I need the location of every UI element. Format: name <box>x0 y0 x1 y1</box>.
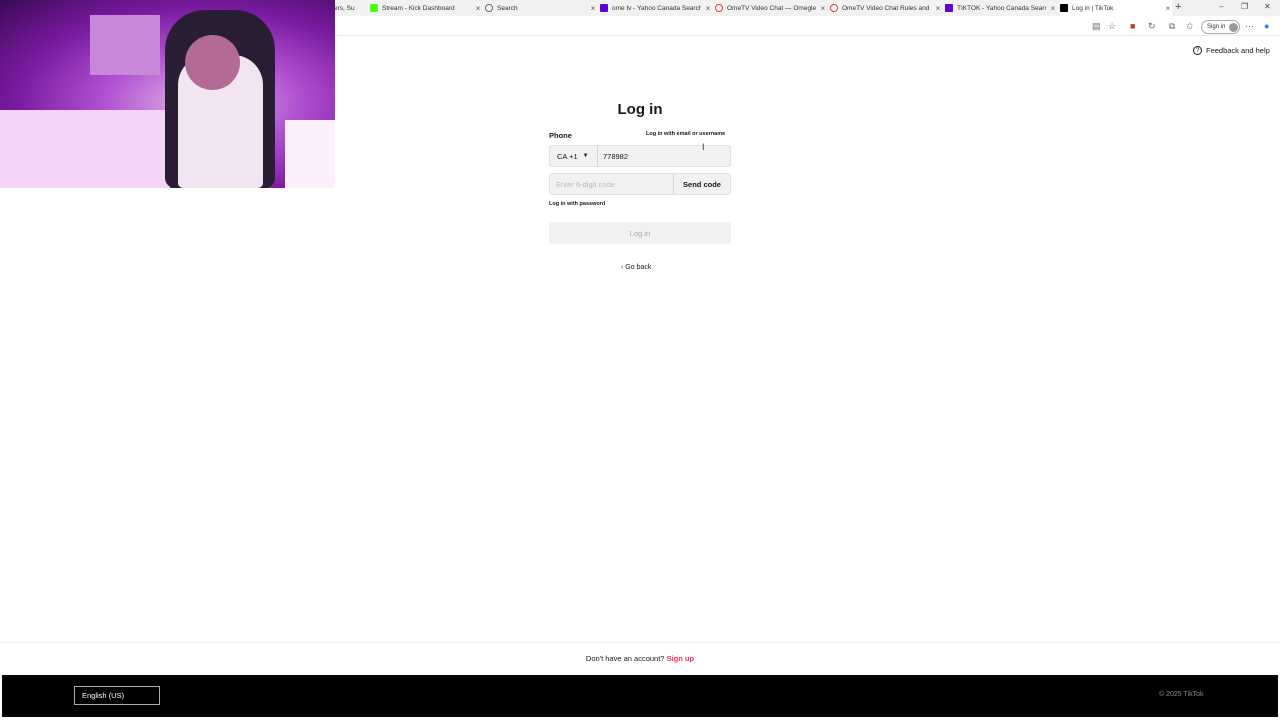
ometv-favicon-icon <box>830 4 838 12</box>
verification-code-input[interactable] <box>550 174 674 194</box>
phone-number-input[interactable] <box>598 146 730 166</box>
login-with-password-link[interactable]: Log in with password <box>549 201 605 207</box>
close-tab-icon[interactable]: × <box>1049 4 1057 13</box>
footer <box>2 675 1278 717</box>
send-code-button[interactable]: Send code <box>674 180 730 189</box>
text-cursor-icon: I <box>702 142 705 152</box>
screen: ers, Su Stream - Kick Dashboard × Search… <box>0 0 1280 720</box>
login-with-email-link[interactable]: Log in with email or username <box>646 131 725 137</box>
browser-tab[interactable]: Stream - Kick Dashboard × <box>370 0 482 16</box>
browser-tab[interactable]: ome tv - Yahoo Canada Search R × <box>600 0 712 16</box>
globe-icon <box>485 4 493 12</box>
language-select[interactable]: English (US) <box>74 686 160 705</box>
tab-title: OmeTV Video Chat — Omegle A <box>727 4 816 12</box>
browser-tab[interactable]: ers, Su <box>334 0 360 16</box>
restore-icon[interactable]: ❐ <box>1241 2 1248 11</box>
login-button[interactable]: Log in <box>549 222 731 244</box>
country-code-value: CA +1 <box>557 151 578 161</box>
tab-title: ome tv - Yahoo Canada Search R <box>612 4 701 12</box>
new-tab-button[interactable]: + <box>1175 1 1181 13</box>
close-window-icon[interactable]: ✕ <box>1264 2 1271 11</box>
tab-title: TIKTOK - Yahoo Canada Search <box>957 4 1046 12</box>
signup-prompt: Don't have an account? Sign up <box>0 654 1280 663</box>
divider <box>0 642 1280 643</box>
browser-tab[interactable]: Search × <box>485 0 597 16</box>
sign-up-link[interactable]: Sign up <box>667 654 695 663</box>
browser-tab[interactable]: TIKTOK - Yahoo Canada Search × <box>945 0 1057 16</box>
sign-in-label: Sign in <box>1207 24 1226 30</box>
webcam-background-shelf <box>90 15 160 75</box>
tab-title: Search <box>497 4 518 12</box>
tab-title: OmeTV Video Chat Rules and R <box>842 4 931 12</box>
country-code-select[interactable]: CA +1 ▼ <box>550 145 598 167</box>
verification-code-field: Send code <box>549 173 731 195</box>
close-tab-icon[interactable]: × <box>1164 4 1172 13</box>
favorites-icon[interactable]: ✩ <box>1186 21 1194 32</box>
more-menu-icon[interactable]: ⋯ <box>1245 21 1254 32</box>
page-title: Log in <box>617 101 663 118</box>
extension-icon[interactable]: ■ <box>1130 21 1135 31</box>
close-tab-icon[interactable]: × <box>934 4 942 13</box>
webcam-pillow <box>285 120 335 188</box>
close-tab-icon[interactable]: × <box>819 4 827 13</box>
kick-favicon-icon <box>370 4 378 12</box>
copilot-icon[interactable]: ● <box>1264 21 1269 31</box>
tiktok-favicon-icon <box>1060 4 1068 12</box>
copyright-text: © 2025 TikTok <box>1159 691 1204 698</box>
ometv-favicon-icon <box>715 4 723 12</box>
help-icon: ? <box>1193 46 1202 55</box>
webcam-person-head <box>185 35 240 90</box>
tab-title: Log in | TikTok <box>1072 4 1114 12</box>
yahoo-favicon-icon <box>945 4 953 12</box>
yahoo-favicon-icon <box>600 4 608 12</box>
go-back-label: Go back <box>625 264 652 271</box>
caret-down-icon: ▼ <box>582 153 589 159</box>
feedback-and-help-link[interactable]: ? Feedback and help <box>1193 46 1270 55</box>
phone-label: Phone <box>549 131 572 140</box>
browser-tab[interactable]: OmeTV Video Chat — Omegle A × <box>715 0 827 16</box>
refresh-extension-icon[interactable]: ↻ <box>1148 21 1156 32</box>
favorite-star-icon[interactable]: ☆ <box>1108 21 1116 32</box>
tab-title: Stream - Kick Dashboard <box>382 4 455 12</box>
browser-tab-active[interactable]: Log in | TikTok × <box>1060 0 1172 16</box>
webcam-overlay <box>0 0 335 188</box>
webcam-bed <box>0 110 170 188</box>
no-account-text: Don't have an account? <box>585 654 665 663</box>
go-back-link[interactable]: ‹ Go back <box>621 264 651 271</box>
tab-title: ers, Su <box>334 4 355 12</box>
profile-sign-in-button[interactable]: Sign in <box>1201 20 1240 34</box>
close-tab-icon[interactable]: × <box>474 4 482 13</box>
avatar-icon <box>1229 22 1239 32</box>
feedback-label: Feedback and help <box>1206 46 1270 55</box>
minimize-icon[interactable]: – <box>1219 2 1223 11</box>
close-tab-icon[interactable]: × <box>704 4 712 13</box>
split-screen-icon[interactable]: ⧉ <box>1169 21 1175 32</box>
close-tab-icon[interactable]: × <box>589 4 597 13</box>
browser-tab[interactable]: OmeTV Video Chat Rules and R × <box>830 0 942 16</box>
reader-view-icon[interactable]: ▤ <box>1092 21 1101 32</box>
